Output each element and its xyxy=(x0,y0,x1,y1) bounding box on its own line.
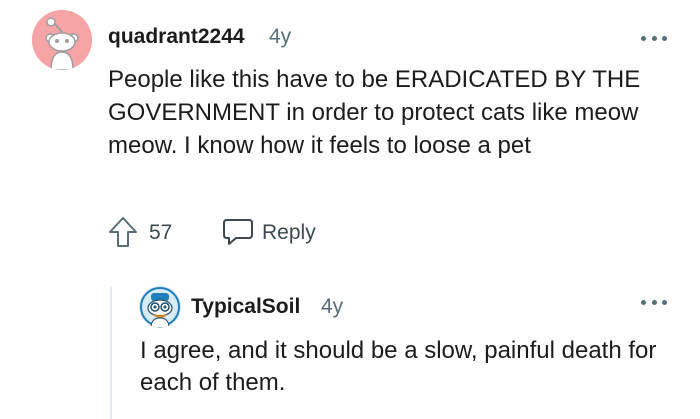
upvote-icon xyxy=(109,217,137,247)
comment-thread: quadrant2244 4y People like this have to… xyxy=(0,0,700,419)
reply-author[interactable]: TypicalSoil xyxy=(191,295,300,319)
speech-bubble-icon xyxy=(223,219,253,245)
snoo-avatar-icon xyxy=(32,10,92,70)
comment-body: People like this have to be ERADICATED B… xyxy=(108,66,641,159)
upvote-button[interactable] xyxy=(108,215,138,251)
reply-button[interactable]: Reply xyxy=(221,215,331,251)
comment-author[interactable]: quadrant2244 xyxy=(108,25,245,49)
reply-avatar[interactable] xyxy=(139,286,181,328)
snoo-avatar-icon xyxy=(139,286,181,328)
avatar[interactable] xyxy=(32,10,92,70)
more-options-icon[interactable] xyxy=(641,34,667,42)
vote-count: 57 xyxy=(149,221,173,244)
thread-line[interactable] xyxy=(110,286,112,419)
comment-age: 4y xyxy=(269,25,292,48)
reply-body: I agree, and it should be a slow, painfu… xyxy=(140,337,657,396)
more-options-icon[interactable] xyxy=(641,298,667,306)
reply-age: 4y xyxy=(321,295,344,318)
reply-label: Reply xyxy=(262,221,316,244)
